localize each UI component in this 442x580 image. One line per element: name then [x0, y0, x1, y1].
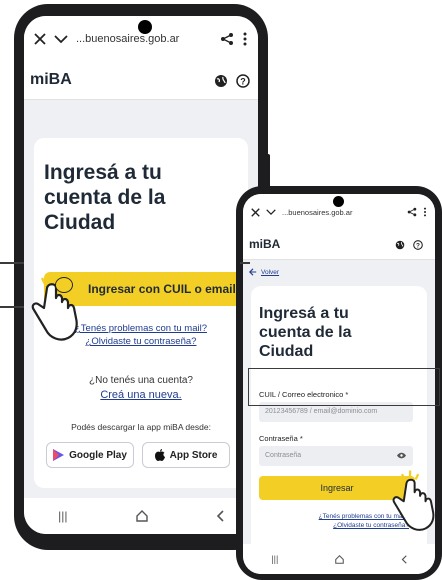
app-store-label: App Store	[169, 449, 218, 461]
password-input[interactable]: Contraseña	[259, 446, 413, 466]
password-field-label: Contraseña *	[259, 434, 303, 443]
apple-icon	[154, 449, 165, 461]
app-store-button[interactable]: App Store	[142, 442, 230, 468]
title-line: Ciudad	[259, 343, 314, 360]
create-account-link[interactable]: Creá una nueva.	[34, 388, 248, 402]
google-play-label: Google Play	[69, 449, 127, 461]
submit-button-label: Ingresar	[320, 483, 354, 493]
home-icon[interactable]	[335, 554, 344, 564]
more-vert-icon[interactable]	[242, 32, 248, 46]
chevron-down-icon[interactable]	[266, 208, 276, 216]
hand-pointer-icon	[392, 470, 435, 531]
title-line: Ciudad	[44, 211, 116, 234]
more-vert-icon[interactable]	[423, 207, 427, 217]
globe-icon[interactable]	[214, 74, 228, 88]
mail-badge-icon	[55, 277, 73, 293]
page-title: Ingresá a tu cuenta de la Ciudad	[259, 304, 351, 361]
no-account-text: ¿No tenés una cuenta?	[89, 375, 193, 386]
app-header: miBA ?	[24, 62, 258, 100]
help-icon[interactable]: ?	[236, 74, 250, 88]
browser-url[interactable]: ...buenosaires.gob.ar	[282, 208, 401, 217]
svg-text:?: ?	[240, 77, 246, 87]
chevron-down-icon[interactable]	[54, 34, 68, 44]
share-icon[interactable]	[407, 207, 417, 217]
back-link[interactable]: Volver	[261, 269, 279, 276]
camera	[138, 20, 152, 34]
title-line: cuenta de la	[259, 324, 352, 341]
home-icon[interactable]	[135, 510, 148, 522]
back-icon[interactable]	[401, 554, 407, 564]
title-line: Ingresá a tu	[44, 161, 162, 184]
close-icon[interactable]	[251, 207, 260, 217]
android-nav-bar: |||	[243, 544, 435, 574]
back-nav[interactable]: Volver	[249, 268, 279, 276]
page-title: Ingresá a tu cuenta de la Ciudad	[44, 160, 165, 235]
svg-text:?: ?	[416, 243, 420, 250]
google-play-button[interactable]: Google Play	[46, 442, 134, 468]
back-arrow-icon	[249, 268, 257, 276]
miba-logo: miBA	[30, 71, 72, 88]
app-header: miBA ?	[243, 230, 435, 260]
recents-icon[interactable]: |||	[58, 509, 67, 523]
highlight-line	[0, 262, 24, 264]
camera	[333, 196, 344, 207]
login-button-label: Ingresar con CUIL o email	[88, 282, 236, 296]
highlight-line	[240, 262, 250, 264]
miba-logo: miBA	[249, 237, 281, 251]
back-icon[interactable]	[216, 510, 224, 522]
google-play-icon	[53, 449, 65, 461]
password-placeholder: Contraseña	[265, 452, 302, 459]
title-line: cuenta de la	[44, 186, 166, 209]
browser-url[interactable]: ...buenosaires.gob.ar	[76, 33, 212, 45]
recents-icon[interactable]: |||	[271, 554, 278, 564]
android-nav-bar: |||	[24, 498, 258, 534]
download-text: Podés descargar la app miBA desde:	[71, 422, 211, 432]
close-icon[interactable]	[34, 33, 46, 45]
globe-icon[interactable]	[395, 240, 405, 250]
hand-pointer-icon	[31, 274, 78, 341]
share-icon[interactable]	[220, 32, 234, 46]
signup-section: ¿No tenés una cuenta? Creá una nueva.	[34, 374, 248, 402]
eye-icon[interactable]	[397, 452, 406, 459]
help-icon[interactable]: ?	[413, 240, 423, 250]
cuil-highlight-box	[248, 368, 440, 406]
title-line: Ingresá a tu	[259, 305, 349, 322]
